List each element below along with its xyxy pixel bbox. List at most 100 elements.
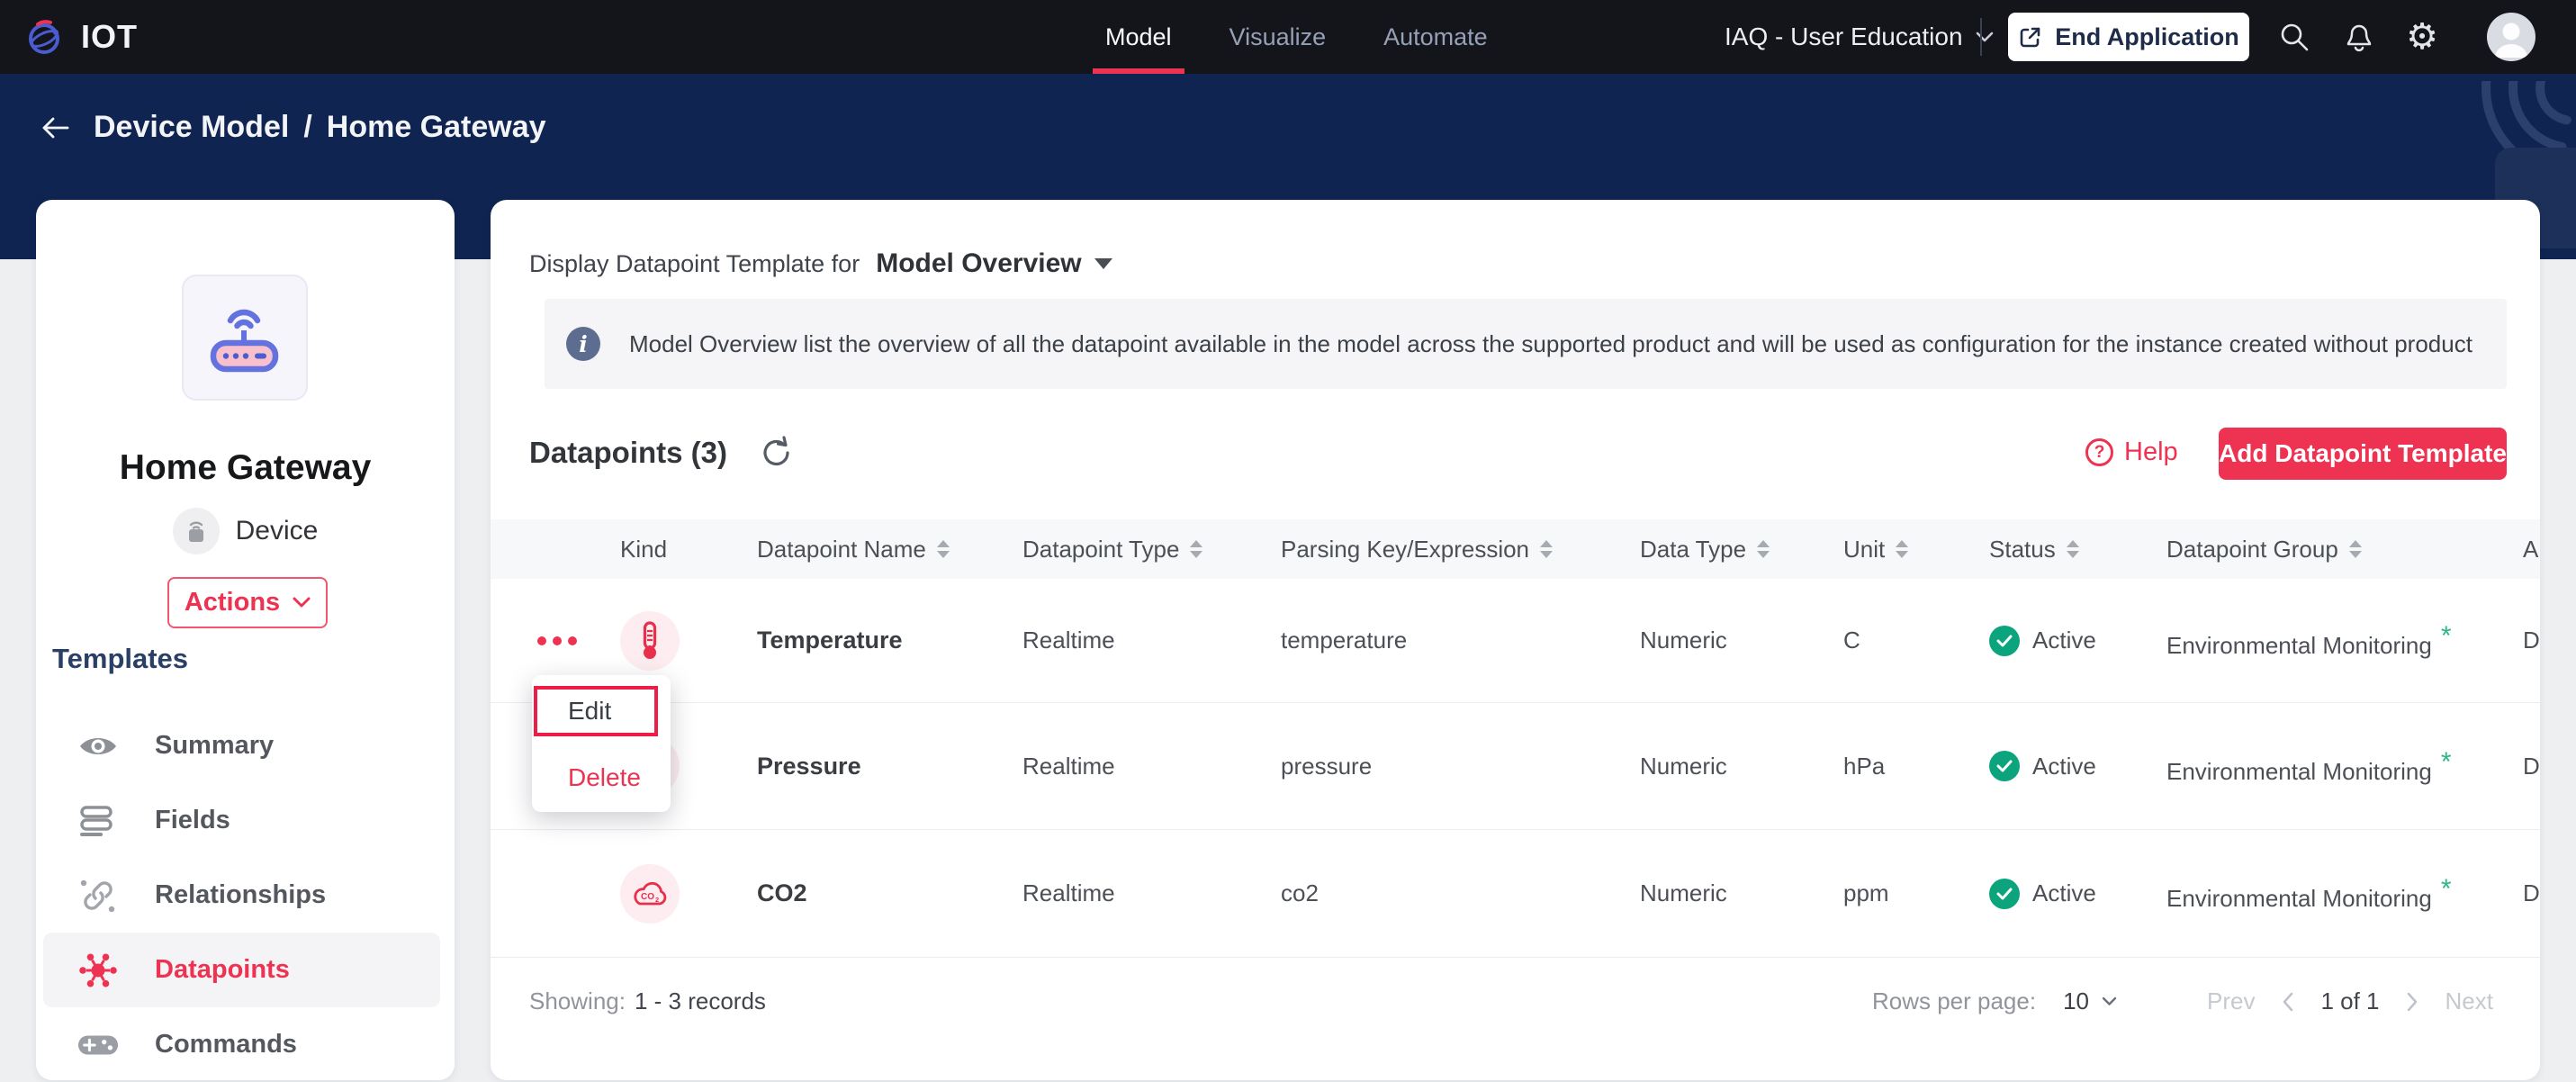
workspace-selector[interactable]: IAQ - User Education [1725,0,1994,74]
column-status[interactable]: Status [1989,536,2166,564]
column-datapoint-name[interactable]: Datapoint Name [757,536,1022,564]
sidebar-item-summary[interactable]: Summary [43,708,440,783]
table-row-co2[interactable]: CO 2 CO2 Realtime co2 Numeric ppm Active… [491,830,2540,957]
datapoints-panel: Display Datapoint Template for Model Ove… [491,200,2540,1080]
external-link-icon [2018,25,2042,50]
workspace-label: IAQ - User Education [1725,23,1963,51]
sidebar-item-fields[interactable]: Fields [43,783,440,858]
table-body: Temperature Realtime temperature Numeric… [491,579,2540,957]
help-label: Help [2124,437,2178,467]
rows-per-page-select[interactable]: 10 [2063,987,2117,1015]
table-header: Kind Datapoint Name Datapoint Type Parsi… [491,519,2540,579]
co2-cloud-icon: CO 2 [620,864,680,924]
column-datapoint-group[interactable]: Datapoint Group [2166,536,2523,564]
gamepad-icon [77,1024,119,1066]
breadcrumb-section[interactable]: Device Model [94,110,289,145]
help-link[interactable]: ? Help [2085,437,2178,467]
tab-model[interactable]: Model [1076,0,1201,74]
check-icon [1989,626,2020,656]
back-arrow-icon[interactable] [41,116,70,140]
user-avatar[interactable] [2487,13,2535,61]
tab-automate[interactable]: Automate [1355,0,1517,74]
actions-label: Actions [185,588,280,618]
context-menu-edit[interactable]: Edit [534,686,658,736]
device-image-card [182,275,308,401]
info-banner: i Model Overview list the overview of al… [545,299,2507,389]
showing-records: Showing: 1 - 3 records [529,958,766,1045]
column-parsing-key[interactable]: Parsing Key/Expression [1281,536,1640,564]
end-application-label: End Application [2055,23,2239,51]
app-logo[interactable]: IOT [25,0,138,74]
iot-logo-icon [25,16,67,58]
next-button[interactable]: Next [2445,987,2493,1015]
link-icon [77,875,119,916]
device-type-label: Device [236,516,319,546]
device-model-title: Home Gateway [36,448,455,488]
sort-icon [937,540,950,558]
sort-icon [1540,540,1553,558]
chevron-down-icon [1976,32,1994,43]
chevron-right-icon[interactable] [2407,992,2418,1012]
breadcrumb: Device Model / Home Gateway [41,110,546,145]
table-row-temperature[interactable]: Temperature Realtime temperature Numeric… [491,579,2540,703]
prev-button[interactable]: Prev [2207,987,2255,1015]
eye-icon [77,726,119,767]
notifications-bell-icon[interactable] [2335,0,2383,74]
breadcrumb-current: Home Gateway [327,110,546,145]
column-datapoint-type[interactable]: Datapoint Type [1022,536,1281,564]
row-kebab-menu-button[interactable] [537,636,577,645]
chevron-down-icon [293,597,311,609]
svg-text:CO: CO [641,892,654,902]
topbar: IOT Model Visualize Automate IAQ - User … [0,0,2576,74]
check-icon [1989,751,2020,781]
table-footer: Showing: 1 - 3 records Rows per page: 10… [491,957,2540,1044]
display-template-row: Display Datapoint Template for Model Ove… [529,248,1112,279]
sidebar-item-commands[interactable]: Commands [43,1007,440,1082]
templates-section-title: Templates [52,643,188,675]
fields-icon [77,800,119,842]
settings-gear-icon[interactable]: ⚙ [2398,0,2446,74]
context-menu-delete[interactable]: Delete [568,753,641,803]
row-context-menu: Edit Delete [532,675,671,812]
tab-visualize[interactable]: Visualize [1201,0,1356,74]
info-banner-text: Model Overview list the overview of all … [629,330,2472,358]
status-badge: Active [1989,626,2166,656]
chevron-left-icon[interactable] [2282,992,2293,1012]
sidebar-item-datapoints[interactable]: Datapoints [43,933,440,1007]
datapoints-count-title: Datapoints (3) [529,436,727,470]
sort-icon [2349,540,2362,558]
device-model-sidebar: Home Gateway Device Actions Templates [36,200,455,1080]
datapoints-header: Datapoints (3) [529,436,794,470]
sidebar-item-relationships[interactable]: Relationships [43,858,440,933]
search-icon[interactable] [2270,0,2319,74]
column-data-type[interactable]: Data Type [1640,536,1843,564]
sort-icon [1757,540,1770,558]
svg-text:2: 2 [655,896,659,904]
topbar-divider [1980,18,1982,56]
logo-text: IOT [81,18,138,56]
sort-icon [1896,540,1908,558]
display-template-selector[interactable]: Model Overview [876,248,1112,279]
display-template-label: Display Datapoint Template for [529,250,860,278]
device-type-row: Device [36,508,455,555]
column-clipped: A [2523,536,2540,564]
refresh-icon[interactable] [760,436,794,470]
status-badge: Active [1989,751,2166,781]
end-application-button[interactable]: End Application [2008,13,2249,61]
router-icon [206,301,284,374]
table-row-pressure[interactable]: Pressure Realtime pressure Numeric hPa A… [491,703,2540,830]
datapoints-hub-icon [77,950,119,991]
required-marker: * [2441,874,2452,904]
question-mark-icon: ? [2085,438,2113,466]
required-marker: * [2441,747,2452,777]
actions-button[interactable]: Actions [167,577,328,628]
primary-nav: Model Visualize Automate [1076,0,1517,74]
page-indicator: 1 of 1 [2320,987,2379,1015]
caret-down-icon [1094,258,1112,269]
rows-per-page-label: Rows per page: [1872,987,2036,1015]
add-datapoint-template-button[interactable]: Add Datapoint Template [2219,428,2507,480]
info-icon: i [566,327,600,361]
column-unit[interactable]: Unit [1843,536,1989,564]
sort-icon [1190,540,1202,558]
breadcrumb-separator: / [303,110,311,145]
